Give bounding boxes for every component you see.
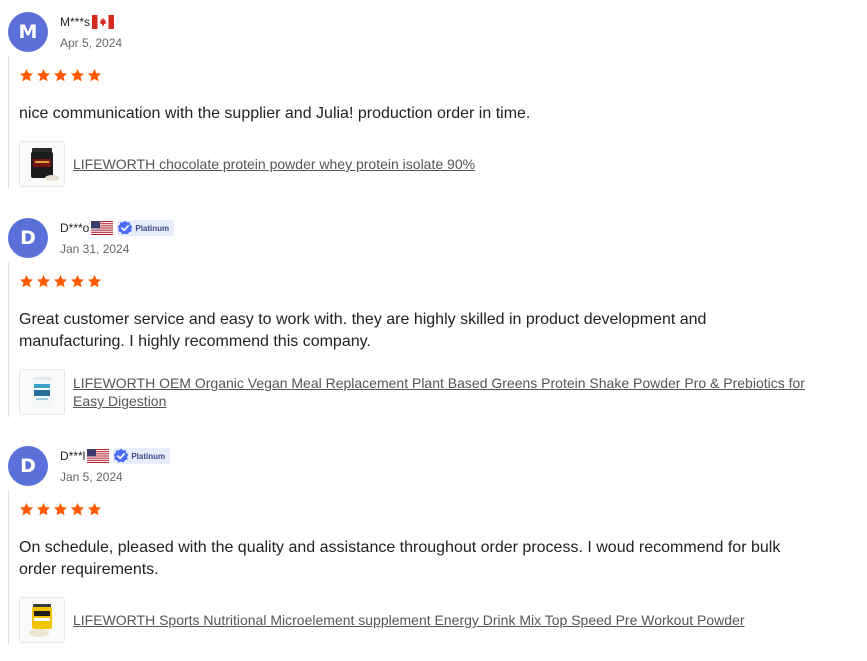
badge-label: Platinum [131,451,166,461]
product-link[interactable]: LIFEWORTH Sports Nutritional Microelemen… [73,611,813,629]
star-icon [54,502,67,516]
star-rating [19,274,829,292]
reviewer-name: M***s [60,15,91,29]
review-card: D D***l Platinum Jan 5, 2024 On schedule… [0,446,867,645]
badge-label: Platinum [135,223,170,233]
star-icon [37,68,50,82]
review-body: Great customer service and easy to work … [8,262,829,417]
star-icon [20,68,33,82]
avatar: M [8,12,48,52]
star-icon [54,274,67,288]
review-card: M M***s Apr 5, 2024 nice communication w… [0,12,867,189]
star-icon [71,68,84,82]
star-icon [54,68,67,82]
star-icon [37,274,50,288]
avatar: D [8,446,48,486]
product-thumbnail[interactable] [19,141,65,187]
product-reference: LIFEWORTH Sports Nutritional Microelemen… [19,597,829,643]
avatar: D [8,218,48,258]
verified-check-icon [118,220,133,235]
star-rating [19,502,829,520]
product-reference: LIFEWORTH chocolate protein powder whey … [19,141,829,187]
reviewer-name-row: D***l Platinum [60,447,171,465]
star-icon [88,68,101,82]
platinum-badge: Platinum [113,448,171,464]
review-comment: On schedule, pleased with the quality an… [19,539,781,578]
review-header: D D***o Platinum Jan 31, 2024 [0,218,867,262]
review-body: On schedule, pleased with the quality an… [8,490,829,645]
verified-check-icon [114,448,129,463]
star-icon [20,274,33,288]
usa-flag-icon [87,449,110,463]
pre-workout-tub-icon [29,604,52,637]
product-reference: LIFEWORTH OEM Organic Vegan Meal Replace… [19,369,829,415]
usa-flag-icon [91,221,114,235]
review-header: D D***l Platinum Jan 5, 2024 [0,446,867,490]
product-thumbnail[interactable] [19,597,65,643]
review-header: M M***s Apr 5, 2024 [0,12,867,56]
star-icon [88,502,101,516]
review-body: nice communication with the supplier and… [8,56,829,189]
protein-tub-black-icon [31,148,59,181]
review-card: D D***o Platinum Jan 31, 2024 Great cust… [0,218,867,417]
product-link[interactable]: LIFEWORTH chocolate protein powder whey … [73,155,813,173]
star-icon [88,274,101,288]
review-date: Jan 31, 2024 [60,242,130,256]
star-icon [71,502,84,516]
reviewer-name: D***o [60,221,90,235]
star-icon [37,502,50,516]
product-link[interactable]: LIFEWORTH OEM Organic Vegan Meal Replace… [73,374,813,410]
review-date: Jan 5, 2024 [60,470,123,484]
star-icon [20,502,33,516]
review-comment: Great customer service and easy to work … [19,311,707,350]
reviewer-name-row: M***s [60,13,115,31]
canada-flag-icon [92,15,115,29]
reviewer-name-row: D***o Platinum [60,219,175,237]
star-icon [71,274,84,288]
product-thumbnail[interactable] [19,369,65,415]
platinum-badge: Platinum [117,220,175,236]
review-comment: nice communication with the supplier and… [19,105,531,122]
meal-shake-tub-icon [32,377,52,407]
review-date: Apr 5, 2024 [60,36,123,50]
star-rating [19,68,829,86]
reviewer-name: D***l [60,449,86,463]
